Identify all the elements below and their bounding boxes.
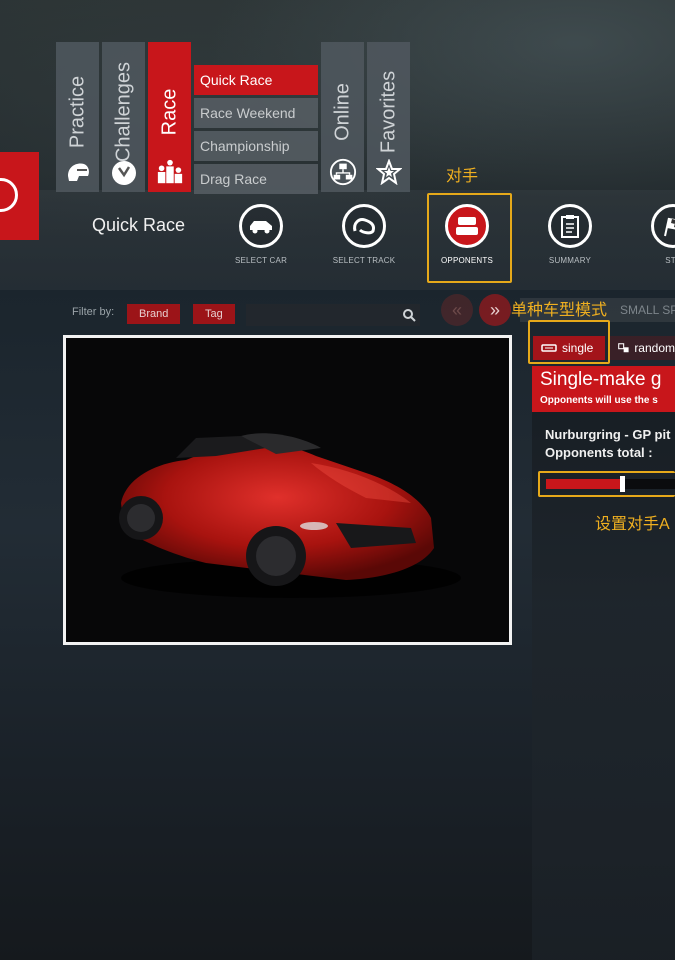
car-preview-image [63,335,512,645]
step-select-track[interactable]: SELECT TRACK [324,204,404,265]
slider-handle[interactable] [620,476,625,492]
page-title: Quick Race [92,215,186,235]
filter-tag-chip[interactable]: Tag [193,304,235,324]
submenu-race-weekend[interactable]: Race Weekend [194,98,318,128]
stopwatch-icon [110,158,138,186]
annotation-opponents: 对手 [446,168,479,185]
clipboard-icon [548,204,592,248]
step-label: STA [665,256,675,265]
helmet-icon [64,158,92,186]
opponents-total-label: Opponents total : [545,445,653,460]
tab-label: Online [331,83,353,141]
mode-banner: Single-make g Opponents will use the s [532,366,675,412]
submenu-championship[interactable]: Championship [194,131,318,161]
banner-title: Single-make g [540,369,662,390]
next-button[interactable]: » [479,294,511,326]
step-label: SELECT TRACK [332,256,396,265]
highlight-opponents [427,193,512,283]
banner-subtitle: Opponents will use the s [540,395,658,406]
tab-label: Practice [66,75,88,149]
search-icon [402,308,416,322]
car-icon [239,204,283,248]
mode-random-button[interactable]: random [610,336,675,360]
tab-race[interactable]: Race [148,42,191,192]
podium-icon [156,158,184,186]
track-icon [342,204,386,248]
star-icon [375,158,403,186]
opponents-slider[interactable] [546,476,675,492]
previous-button[interactable]: « [441,294,473,326]
track-info: Nurburgring - GP pit [545,427,671,442]
step-label: SUMMARY [548,256,592,265]
app-logo[interactable] [0,152,39,240]
race-submenu: Quick Race Race Weekend Championship Dra… [194,65,318,197]
filter-brand-chip[interactable]: Brand [127,304,181,324]
tab-practice[interactable]: Practice [56,42,99,192]
logo-emblem-icon [0,178,18,212]
network-icon [329,158,357,186]
tab-favorites[interactable]: Favorites [367,42,410,192]
highlight-single-mode [528,320,610,364]
tab-label: Favorites [377,70,399,154]
filter-label: Filter by: [72,306,115,318]
mode-label: random [634,341,675,355]
step-label: SELECT CAR [234,256,288,265]
step-summary[interactable]: SUMMARY [530,204,610,265]
highlight-opponents-slider [538,471,675,497]
tab-online[interactable]: Online [321,42,364,192]
step-start[interactable]: STA [633,204,675,265]
dice-icon [618,343,629,353]
submenu-drag-race[interactable]: Drag Race [194,164,318,194]
slider-fill [546,479,620,489]
tab-challenges[interactable]: Challenges [102,42,145,192]
search-input[interactable] [246,304,420,326]
annotation-set-ai: 设置对手A [595,516,670,533]
tab-label: Race [158,88,180,136]
annotation-single-mode: 单种车型模式 [511,302,608,319]
checkered-flag-icon [651,204,675,248]
tab-label: Challenges [112,61,134,163]
submenu-quick-race[interactable]: Quick Race [194,65,318,95]
step-select-car[interactable]: SELECT CAR [221,204,301,265]
